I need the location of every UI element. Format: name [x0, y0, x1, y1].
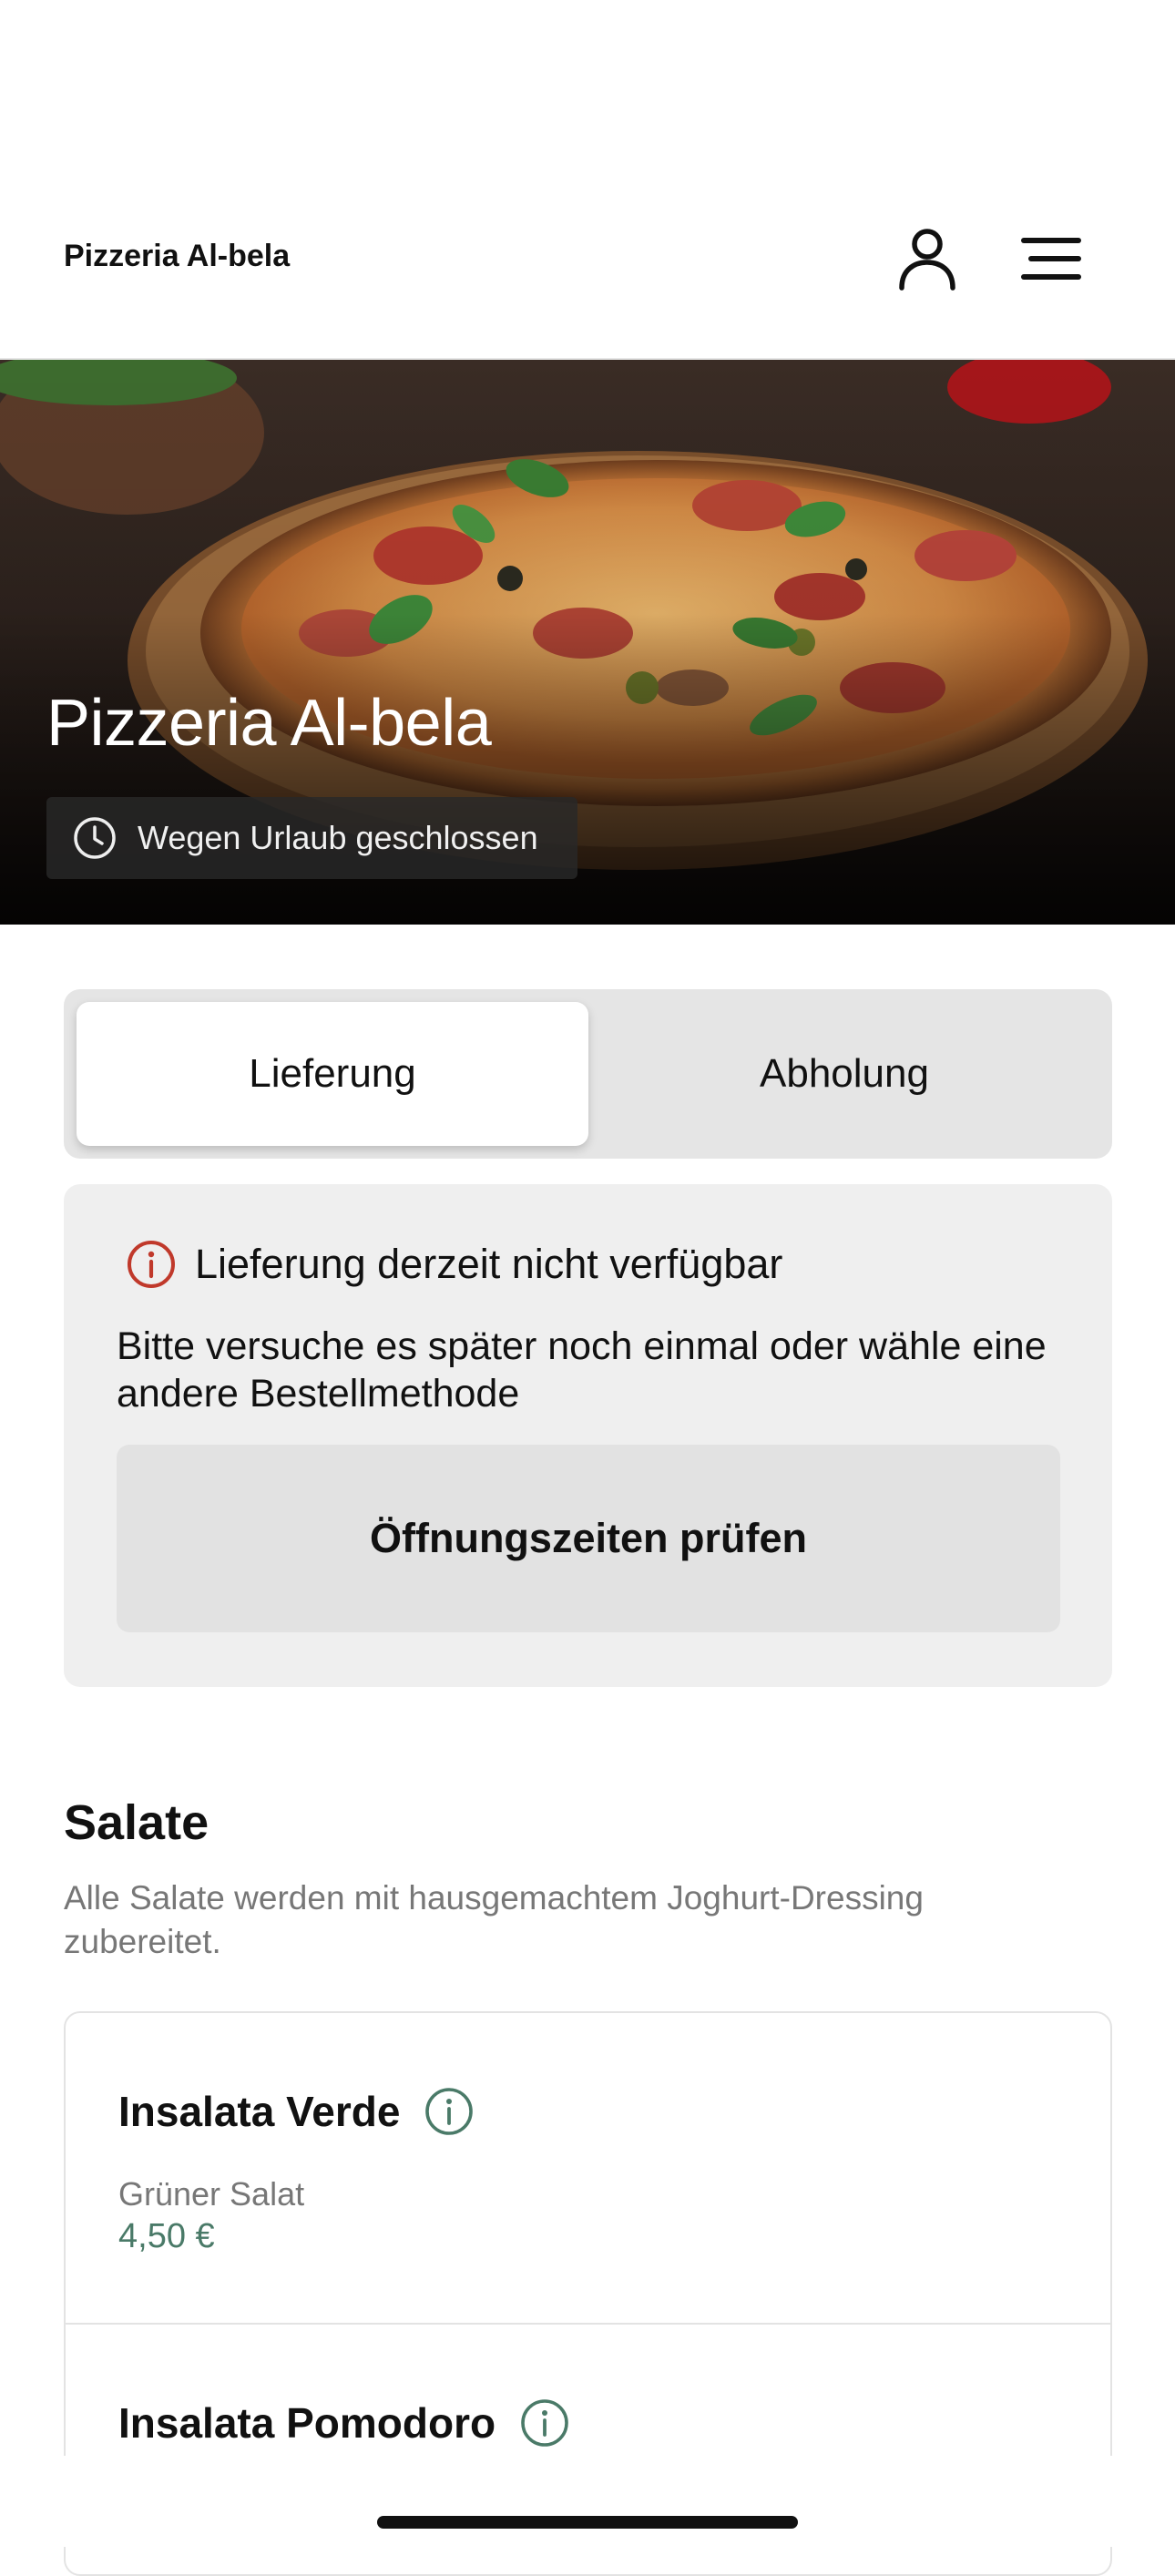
- notice-body: Bitte versuche es später noch einmal ode…: [117, 1324, 1047, 1416]
- delivery-unavailable-card: Lieferung derzeit nicht verfügbar Bitte …: [64, 1184, 1112, 1687]
- item-name: Insalata Pomodoro: [118, 2399, 496, 2447]
- section-description: Alle Salate werden mit hausgemachtem Jog…: [64, 1879, 924, 1960]
- person-icon[interactable]: [891, 222, 964, 295]
- notice-header: Lieferung derzeit nicht verfügbar: [126, 1239, 782, 1290]
- tab-pickup[interactable]: Abholung: [588, 1002, 1100, 1146]
- notice-title: Lieferung derzeit nicht verfügbar: [195, 1241, 783, 1287]
- info-icon[interactable]: [424, 2086, 475, 2137]
- menu-item[interactable]: Insalata Verde Grüner Salat 4,50 €: [66, 2013, 1110, 2325]
- item-name-row: Insalata Pomodoro: [118, 2397, 570, 2448]
- home-indicator[interactable]: [377, 2516, 798, 2529]
- item-description: Grüner Salat: [118, 2175, 305, 2213]
- check-opening-hours-button[interactable]: Öffnungszeiten prüfen: [117, 1445, 1060, 1632]
- info-icon: [126, 1239, 177, 1290]
- bottom-safe-area: [0, 2456, 1175, 2547]
- status-badge: Wegen Urlaub geschlossen: [46, 797, 577, 879]
- info-icon[interactable]: [519, 2397, 570, 2448]
- tab-delivery[interactable]: Lieferung: [77, 1002, 588, 1146]
- section-title: Salate: [64, 1795, 209, 1850]
- restaurant-title: Pizzeria Al-bela: [46, 687, 492, 760]
- hamburger-menu-icon[interactable]: [1015, 222, 1088, 295]
- item-price: 4,50 €: [118, 2217, 215, 2255]
- order-mode-toggle: Lieferung Abholung: [64, 989, 1112, 1159]
- clock-icon: [72, 815, 118, 861]
- brand-name[interactable]: Pizzeria Al-bela: [64, 239, 290, 274]
- item-name: Insalata Verde: [118, 2088, 401, 2135]
- item-name-row: Insalata Verde: [118, 2086, 475, 2137]
- status-text: Wegen Urlaub geschlossen: [138, 819, 538, 856]
- app-header: Pizzeria Al-bela: [0, 0, 1175, 360]
- hero-banner: Pizzeria Al-bela Wegen Urlaub geschlosse…: [0, 360, 1175, 925]
